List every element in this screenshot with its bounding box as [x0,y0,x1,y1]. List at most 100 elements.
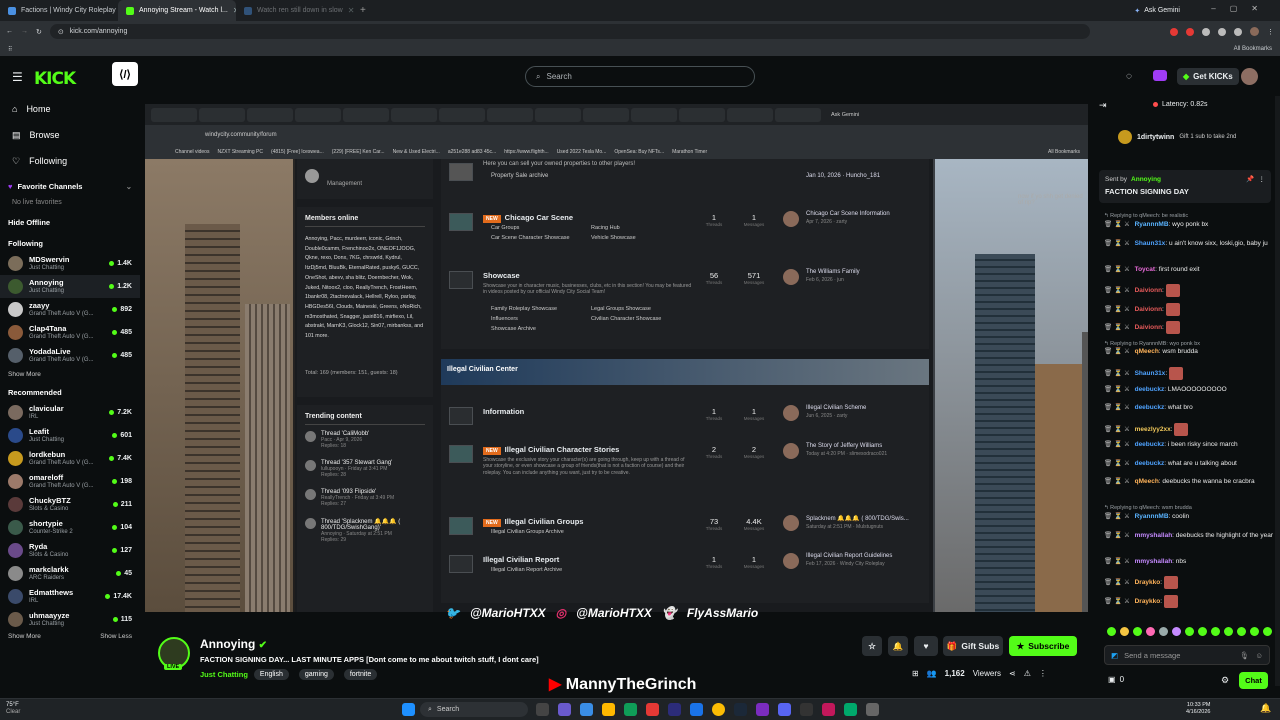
app-icon[interactable] [822,703,835,716]
emote-icon[interactable] [1185,627,1194,636]
settings-icon[interactable]: ⚙ [1221,675,1229,686]
chat-username[interactable]: RyannnMB [1135,513,1169,520]
subforum-link[interactable]: Showcase Archive [491,326,536,332]
subforum-link[interactable]: Family Roleplay Showcase [491,306,557,312]
last-post[interactable]: The Williams Family Feb 6, 2026 · jun [806,269,860,283]
sidebar-channel[interactable]: Edmatthews IRL 17.4K [0,585,140,608]
browser-tab-active[interactable]: Annoying Stream - Watch l...✕ [118,0,236,21]
nav-browse[interactable]: ▤ Browse [0,122,140,148]
chat-username[interactable]: Shaun31x [1135,370,1166,377]
notification-center-icon[interactable]: 🔔 [1260,703,1271,714]
sidebar-channel[interactable]: markclarkk ARC Raiders 45 [0,562,140,585]
trending-item[interactable]: Thread '093 Flipside' ReallyTrench · Frid… [305,489,425,507]
app-icon[interactable] [580,703,593,716]
chat-username[interactable]: RyannnMB [1135,221,1169,228]
forward-icon[interactable]: → [21,28,28,35]
file-explorer-icon[interactable] [602,703,615,716]
emote-icon[interactable] [1263,627,1272,636]
emoji-icon[interactable]: ☺ [1255,651,1263,660]
last-post[interactable]: Illegal Civilian Scheme Jun 6, 2025 · zar… [806,405,866,419]
sidebar-channel[interactable]: zaayy Grand Theft Auto V (G... 892 [0,298,140,321]
category-link[interactable]: Just Chatting [200,670,248,679]
share-icon[interactable]: ⋖ [1009,669,1016,678]
theater-icon[interactable]: ⊞ [912,669,919,678]
chat-username[interactable]: deebuckz [1135,386,1165,393]
show-more-link[interactable]: Show More [8,633,41,640]
sidebar-channel[interactable]: Annoying Just Chatting 1.2K [0,275,140,298]
subforum-link[interactable]: Illegal Civilian Groups Archive [491,529,564,535]
subforum-link[interactable]: Illegal Civilian Report Archive [491,567,562,573]
sidebar-channel[interactable]: omareloff Grand Theft Auto V (G... 198 [0,470,140,493]
menu-icon[interactable]: ⋮ [1267,28,1274,36]
pin-icon[interactable]: 📌 [1246,175,1254,183]
clock[interactable]: 10:33 PM 4/16/2026 [1186,702,1210,716]
emote-icon[interactable] [1159,627,1168,636]
window-controls[interactable]: –▢✕ [1211,4,1272,13]
extension-icon[interactable] [1218,27,1226,36]
emote-icon[interactable] [1133,627,1142,636]
emote-icon[interactable] [1250,627,1259,636]
more-icon[interactable]: ⋮ [1039,669,1047,678]
subforum-link[interactable]: Influencers [491,316,518,322]
start-icon[interactable] [402,703,415,716]
more-icon[interactable]: ⋮ [1259,175,1266,183]
chat-scrollbar[interactable] [1275,96,1280,686]
stream-video[interactable]: Ask Gemini windycity.community/forum Cha… [145,104,1088,612]
subforum-link[interactable]: Racing Hub [591,225,620,231]
subforum-link[interactable]: Legal Groups Showcase [591,306,651,312]
extension-icon[interactable] [1202,27,1210,36]
sidebar-channel[interactable]: uhmaayyze Just Chatting 115 [0,608,140,631]
new-tab-icon[interactable]: + [360,5,366,16]
search-input[interactable]: ⌕ Search [525,66,755,87]
app-icon[interactable] [646,703,659,716]
forum-row-title[interactable]: NEW Illegal Civilian Groups [483,517,583,527]
app-icon[interactable] [756,703,769,716]
reload-icon[interactable]: ↻ [36,28,42,36]
chat-username[interactable]: Draykko [1135,598,1161,605]
chat-username[interactable]: qMeech [1135,478,1159,485]
weather-widget[interactable]: 75°F Clear [6,702,20,716]
bell-button[interactable]: 🔔 [888,636,908,656]
all-bookmarks-link[interactable]: All Bookmarks [1234,46,1272,52]
app-icon[interactable] [690,703,703,716]
sidebar-channel[interactable]: MDSwervin Just Chatting 1.4K [0,252,140,275]
emote-icon[interactable] [1172,627,1181,636]
hamburger-menu-icon[interactable]: ☰ [12,70,23,84]
forum-row-title[interactable]: Showcase [483,271,520,280]
discord-icon[interactable] [778,703,791,716]
emote-icon[interactable] [1107,627,1116,636]
user-avatar[interactable] [1241,68,1258,85]
star-button[interactable]: ☆ [862,636,882,656]
sidebar-channel[interactable]: Leafit Just Chatting 601 [0,424,140,447]
subscribe-button[interactable]: ★ Subscribe [1009,636,1077,656]
last-post[interactable]: Chicago Car Scene Information Apr 7, 2026… [806,211,890,225]
mic-icon[interactable]: 🎙 [1240,651,1250,660]
chat-username[interactable]: qMeech [1135,348,1159,355]
nav-following[interactable]: ♡ Following [0,148,140,174]
streamer-name[interactable]: Annoying ✔ [200,637,267,651]
notification-icon[interactable]: ◌ [1126,71,1132,82]
emote-icon[interactable] [1120,627,1129,636]
app-icon[interactable] [624,703,637,716]
kick-app-icon[interactable]: ⟨/⟩ [112,62,138,86]
forum-row-title[interactable]: NEW Chicago Car Scene [483,213,573,223]
forum-row-title[interactable]: Information [483,407,524,416]
subforum-link[interactable]: Property Sale archive [491,173,548,179]
trending-item[interactable]: Thread 'Splacknem 🔔🔔🔔 ( 800/TDG/SwishGan… [305,518,425,543]
emote-icon[interactable] [1198,627,1207,636]
sidebar-channel[interactable]: YodadaLive Grand Theft Auto V (G... 485 [0,344,140,367]
subforum-link[interactable]: Vehicle Showcase [591,235,636,241]
sidebar-channel[interactable]: ChuckyBTZ Slots & Casino 211 [0,493,140,516]
tag[interactable]: English [253,669,289,680]
tag[interactable]: gaming [298,669,334,680]
follow-button[interactable]: ♥ [914,636,938,656]
chevron-down-icon[interactable]: ⌄ [126,182,132,191]
trending-item[interactable]: Thread 'CaliMobb' Pacc · Apr 9, 2026 Repli… [305,431,425,449]
forum-row-title[interactable]: Illegal Civilian Report [483,555,559,564]
app-icon[interactable] [866,703,879,716]
chat-username[interactable]: mmyshallah [1135,558,1173,565]
app-icon[interactable] [668,703,681,716]
prime-icon[interactable] [1153,70,1167,81]
forum-row-title[interactable]: NEW Illegal Civilian Character Stories [483,445,619,455]
emote-icon[interactable] [1224,627,1233,636]
